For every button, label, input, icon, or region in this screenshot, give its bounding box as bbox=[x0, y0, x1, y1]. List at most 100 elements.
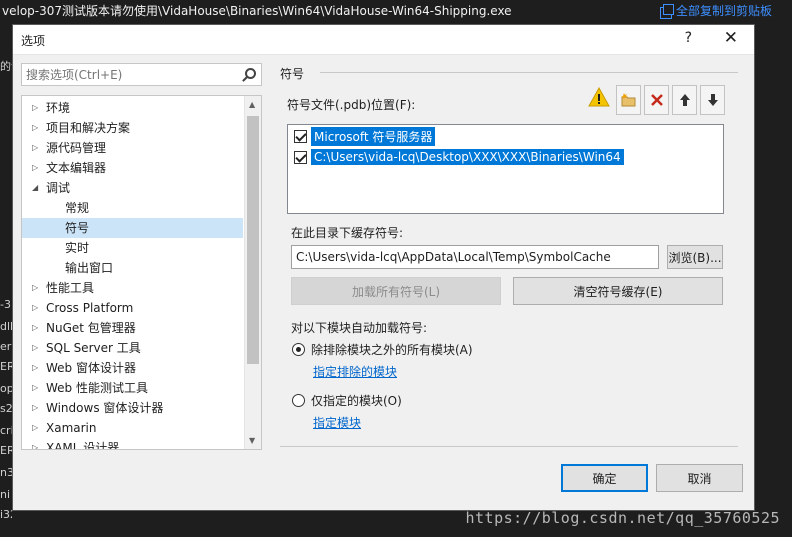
tree-item-xamarin[interactable]: ▷ Xamarin bbox=[22, 418, 243, 438]
expand-arrow-icon[interactable]: ▷ bbox=[32, 318, 38, 338]
tree-item-just-in-time[interactable]: 实时 bbox=[22, 238, 243, 258]
tree-item-label: Windows 窗体设计器 bbox=[46, 401, 164, 415]
options-search-box[interactable] bbox=[21, 63, 262, 86]
expand-arrow-icon[interactable]: ▷ bbox=[32, 158, 38, 178]
expand-arrow-icon[interactable]: ▷ bbox=[32, 98, 38, 118]
tree-item-web-perf-test[interactable]: ▷ Web 性能测试工具 bbox=[22, 378, 243, 398]
tree-item-performance-tools[interactable]: ▷ 性能工具 bbox=[22, 278, 243, 298]
browse-button[interactable]: 浏览(B)... bbox=[667, 245, 723, 269]
tree-item-label: Xamarin bbox=[46, 421, 97, 435]
new-location-button[interactable] bbox=[616, 85, 641, 115]
fragment: n3 bbox=[0, 466, 12, 479]
remove-location-button[interactable] bbox=[644, 85, 669, 115]
cache-directory-label: 在此目录下缓存符号: bbox=[291, 226, 404, 240]
close-button[interactable]: ✕ bbox=[724, 28, 738, 48]
copy-all-link[interactable]: 全部复制到剪贴板 bbox=[659, 0, 772, 22]
tree-item-label: XAML 设计器 bbox=[46, 441, 120, 450]
symbol-locations-list: Microsoft 符号服务器 C:\Users\vida-lcq\Deskto… bbox=[287, 124, 724, 214]
tree-item-source-control[interactable]: ▷ 源代码管理 bbox=[22, 138, 243, 158]
copy-all-label: 全部复制到剪贴板 bbox=[675, 4, 772, 18]
scroll-up-icon[interactable]: ▲ bbox=[249, 100, 255, 109]
location-checkbox[interactable] bbox=[294, 150, 307, 164]
radio-label: 仅指定的模块(O) bbox=[311, 394, 402, 408]
tree-item-debugging[interactable]: ◢ 调试 bbox=[22, 178, 243, 198]
radio-button[interactable] bbox=[292, 394, 305, 407]
load-all-symbols-button[interactable]: 加载所有符号(L) bbox=[291, 277, 501, 305]
tree-item-label: NuGet 包管理器 bbox=[46, 321, 136, 335]
tree-scrollbar[interactable]: ▲ ▼ bbox=[244, 96, 261, 449]
fragment: -3 bbox=[0, 298, 11, 311]
ide-output-fragments: 的误 -3 dll err ERI op s2 cri ERI n3 ni i3… bbox=[0, 22, 12, 537]
fragment: err bbox=[0, 340, 12, 353]
dialog-title: 选项 bbox=[21, 34, 46, 48]
location-checkbox[interactable] bbox=[294, 129, 307, 143]
fragment: s2 bbox=[0, 402, 12, 415]
tree-item-text-editor[interactable]: ▷ 文本编辑器 bbox=[22, 158, 243, 178]
watermark-text: https://blog.csdn.net/qq_35760525 bbox=[465, 509, 780, 527]
expand-arrow-icon[interactable]: ▷ bbox=[32, 338, 38, 358]
cancel-button[interactable]: 取消 bbox=[656, 464, 743, 492]
search-icon[interactable] bbox=[245, 68, 256, 79]
tree-item-label: 环境 bbox=[46, 101, 71, 115]
specify-included-modules-link[interactable]: 指定模块 bbox=[313, 414, 361, 431]
radio-only-specified[interactable]: 仅指定的模块(O) bbox=[292, 392, 402, 409]
radio-all-except-excluded[interactable]: 除排除模块之外的所有模块(A) bbox=[292, 341, 473, 358]
help-button[interactable]: ? bbox=[685, 30, 692, 46]
tree-item-output-window[interactable]: 输出窗口 bbox=[22, 258, 243, 278]
specify-excluded-modules-link[interactable]: 指定排除的模块 bbox=[313, 363, 397, 380]
expand-arrow-icon[interactable]: ▷ bbox=[32, 438, 38, 449]
tree-item-environment[interactable]: ▷ 环境 bbox=[22, 98, 243, 118]
expand-arrow-icon[interactable]: ▷ bbox=[32, 298, 38, 318]
tree-item-label: 调试 bbox=[46, 181, 71, 195]
new-folder-icon bbox=[620, 93, 635, 107]
tree-item-label: 源代码管理 bbox=[46, 141, 107, 155]
options-dialog: 选项 ? ✕ ▷ 环境 ▷ 项目和解决方案 ▷ 源代码管理 ▷ 文本编辑器 ◢ 调试 常规… bbox=[12, 24, 755, 511]
tree-item-projects-solutions[interactable]: ▷ 项目和解决方案 bbox=[22, 118, 243, 138]
ok-button[interactable]: 确定 bbox=[561, 464, 648, 492]
empty-symbol-cache-button[interactable]: 清空符号缓存(E) bbox=[513, 277, 723, 305]
expand-arrow-icon[interactable]: ▷ bbox=[32, 278, 38, 298]
scrollbar-thumb[interactable] bbox=[247, 116, 259, 364]
expand-arrow-icon[interactable]: ▷ bbox=[32, 378, 38, 398]
cache-directory-field[interactable] bbox=[291, 245, 659, 269]
auto-load-label: 对以下模块自动加载符号: bbox=[291, 321, 428, 335]
cache-path-input[interactable] bbox=[292, 246, 658, 268]
expand-arrow-icon[interactable]: ▷ bbox=[32, 118, 38, 138]
location-label: C:\Users\vida-lcq\Desktop\XXX\XXX\Binari… bbox=[311, 149, 624, 165]
collapse-arrow-icon[interactable]: ◢ bbox=[32, 178, 38, 198]
expand-arrow-icon[interactable]: ▷ bbox=[32, 398, 38, 418]
tree-item-symbols[interactable]: 符号 bbox=[22, 218, 243, 238]
tree-item-label: 文本编辑器 bbox=[46, 161, 107, 175]
expand-arrow-icon[interactable]: ▷ bbox=[32, 138, 38, 158]
section-divider bbox=[320, 72, 738, 73]
section-title: 符号 bbox=[280, 67, 305, 81]
delete-icon bbox=[650, 94, 663, 106]
warning-icon[interactable] bbox=[588, 86, 610, 108]
fragment: ERI bbox=[0, 444, 12, 457]
footer-divider bbox=[280, 446, 738, 447]
search-input[interactable] bbox=[22, 64, 232, 85]
tree-item-xaml-designer[interactable]: ▷ XAML 设计器 bbox=[22, 438, 243, 450]
tree-item-general[interactable]: 常规 bbox=[22, 198, 243, 218]
scroll-down-icon[interactable]: ▼ bbox=[249, 436, 255, 445]
fragment: i32.dll bbox=[0, 508, 12, 521]
tree-item-label: 输出窗口 bbox=[65, 261, 114, 275]
tree-item-sql-server[interactable]: ▷ SQL Server 工具 bbox=[22, 338, 243, 358]
dialog-titlebar[interactable]: 选项 ? ✕ bbox=[13, 25, 754, 55]
tree-item-web-forms-designer[interactable]: ▷ Web 窗体设计器 bbox=[22, 358, 243, 378]
move-up-button[interactable] bbox=[672, 85, 697, 115]
tree-item-label: 项目和解决方案 bbox=[46, 121, 131, 135]
tree-item-windows-forms-designer[interactable]: ▷ Windows 窗体设计器 bbox=[22, 398, 243, 418]
copy-icon bbox=[659, 4, 674, 19]
location-label: Microsoft 符号服务器 bbox=[311, 126, 436, 146]
radio-button[interactable] bbox=[292, 343, 305, 356]
list-item[interactable]: Microsoft 符号服务器 bbox=[294, 126, 436, 146]
tree-item-label: Web 性能测试工具 bbox=[46, 381, 148, 395]
list-item[interactable]: C:\Users\vida-lcq\Desktop\XXX\XXX\Binari… bbox=[294, 148, 624, 166]
expand-arrow-icon[interactable]: ▷ bbox=[32, 358, 38, 378]
move-down-button[interactable] bbox=[700, 85, 725, 115]
fragment: ni bbox=[0, 488, 11, 501]
expand-arrow-icon[interactable]: ▷ bbox=[32, 418, 38, 438]
tree-item-cross-platform[interactable]: ▷ Cross Platform bbox=[22, 298, 243, 318]
tree-item-nuget[interactable]: ▷ NuGet 包管理器 bbox=[22, 318, 243, 338]
